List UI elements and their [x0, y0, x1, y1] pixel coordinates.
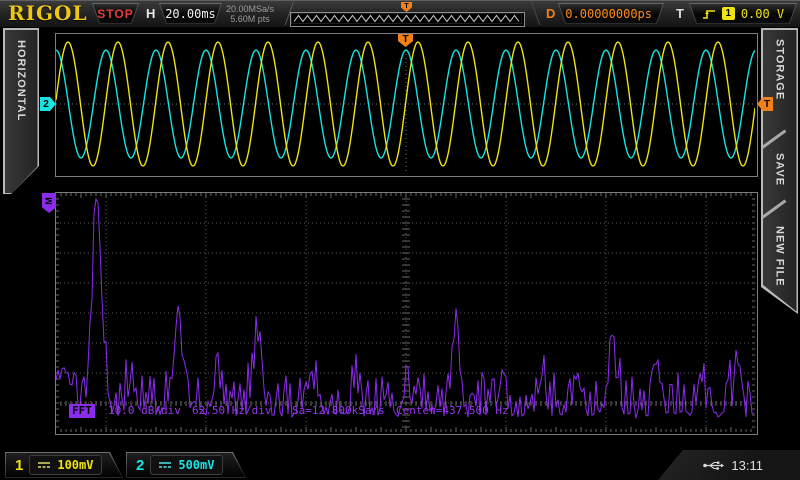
clock: 13:11 — [731, 458, 763, 473]
dc-coupling-icon — [38, 461, 50, 469]
usb-icon — [702, 460, 724, 471]
oscilloscope-screen: RIGOL STOP H 20.00ms 20.00MSa/s 5.60M pt… — [0, 0, 800, 480]
tab-item-save[interactable]: SAVE — [774, 153, 786, 186]
status-bar: RIGOL STOP H 20.00ms 20.00MSa/s 5.60M pt… — [0, 0, 800, 27]
delay-display[interactable]: 0.00000000ps — [558, 3, 664, 24]
delay-value: 0.00000000ps — [565, 7, 652, 21]
run-state-button[interactable]: STOP — [92, 3, 139, 24]
trigger-source-badge: 1 — [722, 7, 735, 20]
dc-coupling-icon — [159, 461, 171, 469]
tab-horizontal-menu[interactable]: HORIZONTAL — [3, 28, 39, 194]
fft-sample-rate: Sa=12.800kSa/s — [292, 404, 385, 417]
ch1-number: 1 — [15, 457, 23, 474]
ch2-scale: 500mV — [178, 458, 214, 472]
fft-trace — [56, 193, 755, 432]
ch1-status[interactable]: 1 100mV — [5, 452, 123, 478]
time-domain-traces — [56, 34, 755, 174]
run-state-label: STOP — [97, 7, 133, 21]
trigger-level-marker[interactable]: T — [757, 97, 773, 111]
horizontal-label: H — [146, 6, 155, 21]
preview-waveform — [291, 13, 522, 24]
channel-status-bar: 1 100mV 2 500mV — [0, 450, 800, 480]
ch2-ground-marker[interactable]: 2 — [40, 97, 56, 111]
tab-item-new-file[interactable]: NEW FILE — [774, 226, 786, 287]
fft-hz-per-div: 62.50 Hz/div — [192, 404, 271, 417]
trigger-level-value: 0.00 V — [741, 7, 784, 21]
rising-edge-icon — [702, 8, 716, 20]
ch1-scale: 100mV — [57, 458, 93, 472]
acquisition-info: 20.00MSa/s 5.60M pts — [222, 4, 278, 24]
fft-badge: FFT — [69, 404, 95, 418]
trigger-display[interactable]: 1 0.00 V — [689, 3, 797, 24]
sample-rate: 20.00MSa/s — [222, 4, 278, 14]
system-status-panel: 13:11 — [658, 450, 800, 480]
tab-item-storage[interactable]: STORAGE — [774, 39, 786, 100]
fft-spectrum-trace — [56, 199, 754, 418]
memory-depth: 5.60M pts — [222, 14, 278, 24]
divider — [523, 1, 541, 25]
waveform-preview-strip[interactable] — [290, 12, 525, 27]
math-channel-marker[interactable]: M — [42, 193, 56, 213]
rigol-logo: RIGOL — [8, 1, 88, 25]
fft-center-frequency: Center=437.500 Hz — [396, 404, 509, 417]
timebase-value: 20.00ms — [165, 7, 216, 21]
time-domain-window — [55, 33, 758, 177]
tab-horizontal-label: HORIZONTAL — [15, 40, 27, 121]
fft-window: FFT 10.0 dB/div 62.50 Hz/div Sa=12.800kS… — [55, 192, 758, 435]
delay-label: D — [546, 6, 555, 21]
trigger-label: T — [676, 6, 684, 21]
tab-storage-menu[interactable]: STORAGE SAVE NEW FILE — [761, 28, 798, 314]
fft-db-scale: 10.0 dB/div — [108, 404, 181, 417]
ch2-number: 2 — [136, 457, 144, 474]
timebase-display[interactable]: 20.00ms — [159, 3, 222, 24]
ch2-status[interactable]: 2 500mV — [126, 452, 246, 478]
